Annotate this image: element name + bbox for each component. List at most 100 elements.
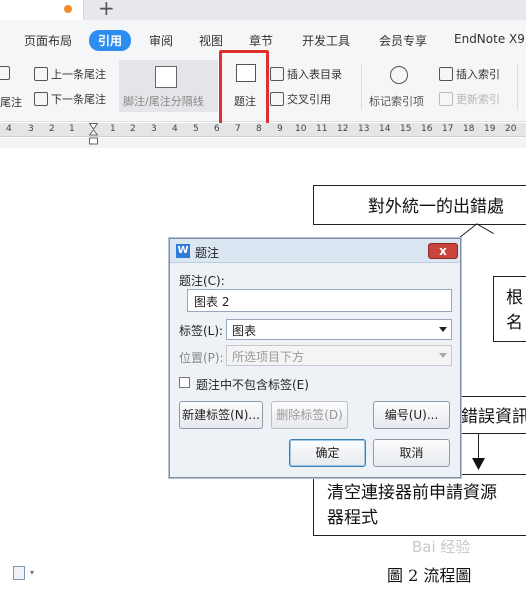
ruler-tick-label: 3	[28, 124, 34, 134]
dialog-titlebar[interactable]: W 题注 x	[170, 239, 460, 263]
chevron-down-icon	[439, 327, 447, 332]
ruler-tick-label: 9	[277, 124, 283, 134]
numbering-button[interactable]: 编号(U)...	[373, 401, 450, 429]
flowchart-box-right: 根 名	[493, 276, 526, 342]
ruler-tick-label: 16	[421, 124, 433, 134]
update-index-button[interactable]: 更新索引	[439, 91, 500, 107]
menu-chapter[interactable]: 章节	[249, 32, 273, 49]
flowchart-box-bottom: 清空連接器前申請資源 器程式	[313, 474, 526, 536]
next-endnote-label: 下一条尾注	[51, 93, 106, 106]
caption-text-input[interactable]: 图表 2	[187, 289, 452, 312]
insert-endnote-icon[interactable]	[0, 66, 13, 80]
box-right-line: 根	[506, 288, 523, 308]
document-status-icon[interactable]	[13, 566, 25, 580]
label-field-label: 标签(L):	[179, 324, 224, 338]
ruler-tick-label: 2	[49, 124, 55, 134]
ruler-tick-label: 8	[256, 124, 262, 134]
box-bottom-line: 清空連接器前申請資源	[327, 483, 497, 503]
separator-icon	[155, 66, 177, 88]
document-tab[interactable]	[0, 0, 84, 20]
endnote-icon	[0, 66, 10, 80]
cross-reference-button[interactable]: 交叉引用	[270, 91, 331, 107]
ruler-tick-label: 18	[463, 124, 475, 134]
ribbon-divider	[361, 64, 362, 110]
watermark-logo: Bai 经验	[412, 538, 471, 556]
ruler-tick-label: 4	[6, 124, 12, 134]
chevron-down-icon[interactable]: ▾	[30, 568, 34, 577]
ruler-tick-label: 12	[337, 124, 349, 134]
footnote-separator-label: 脚注/尾注分隔线	[123, 95, 204, 108]
ruler-tick-label: 15	[400, 124, 412, 134]
mark-index-label: 标记索引项	[369, 95, 424, 108]
ruler-tick-label: 11	[316, 124, 328, 134]
dialog-title: 题注	[195, 246, 220, 260]
cancel-button[interactable]: 取消	[373, 439, 450, 467]
exclude-label-checkbox[interactable]	[179, 377, 190, 388]
index-icon	[439, 67, 453, 81]
cross-reference-icon	[270, 92, 284, 106]
figure-caption: 圖 2 流程圖	[387, 566, 472, 585]
menu-bar: 页面布局 引用 审阅 视图 章节 开发工具 会员专享 EndNote X9	[0, 20, 526, 60]
ruler-tick-label: 17	[442, 124, 454, 134]
mark-index-button[interactable]: 标记索引项	[366, 60, 430, 112]
ruler-tick-label: 3	[151, 124, 157, 134]
menu-review[interactable]: 审阅	[149, 32, 173, 49]
prev-endnote-button[interactable]: 上一条尾注	[34, 66, 106, 82]
wps-writer-icon: W	[176, 244, 190, 258]
update-index-label: 更新索引	[456, 93, 500, 106]
menu-member[interactable]: 会员专享	[379, 32, 427, 49]
flowchart-arrow-icon	[472, 458, 485, 470]
next-endnote-button[interactable]: 下一条尾注	[34, 91, 106, 107]
ruler-tick-label: 7	[235, 124, 241, 134]
box-bottom-line: 器程式	[327, 508, 378, 528]
position-select[interactable]: 所选项目下方	[226, 345, 452, 366]
menu-references[interactable]: 引用	[89, 30, 132, 51]
ruler-tick-label: 19	[484, 124, 496, 134]
menu-page-layout[interactable]: 页面布局	[24, 32, 72, 49]
insert-index-button[interactable]: 插入索引	[439, 66, 500, 82]
window-tab-strip: +	[0, 0, 526, 20]
cross-reference-label: 交叉引用	[287, 93, 331, 106]
ruler-tick-label: 1	[69, 124, 75, 134]
horizontal-ruler[interactable]: 4 3 2 1 1 2 3 4 5 6 7 8 9 10 11 12 13 14…	[0, 123, 526, 137]
position-select-value: 所选项目下方	[232, 350, 305, 364]
ruler-tick-label: 10	[295, 124, 307, 134]
new-label-button[interactable]: 新建标签(N)...	[179, 401, 263, 429]
footnote-separator-button[interactable]: 脚注/尾注分隔线	[119, 60, 218, 112]
menu-view[interactable]: 视图	[199, 32, 223, 49]
indent-marker-icon[interactable]	[89, 123, 98, 145]
ruler-tick-label: 5	[193, 124, 199, 134]
insert-toc-button[interactable]: 插入表目录	[270, 66, 342, 82]
caption-field-label: 题注(C):	[179, 274, 225, 288]
chevron-down-icon	[439, 353, 447, 358]
insert-toc-label: 插入表目录	[287, 68, 342, 81]
label-select[interactable]: 图表	[226, 319, 452, 340]
dialog-close-button[interactable]: x	[428, 243, 458, 259]
ruler-tick-label: 13	[358, 124, 370, 134]
ok-button[interactable]: 确定	[289, 439, 366, 467]
delete-label-button[interactable]: 删除标签(D)	[271, 401, 348, 429]
caption-image-icon	[236, 64, 256, 82]
prev-endnote-icon	[34, 67, 48, 81]
ruler-tick-label: 20	[505, 124, 517, 134]
next-endnote-icon	[34, 92, 48, 106]
ribbon-divider-right	[517, 64, 518, 110]
mark-index-icon	[390, 66, 408, 84]
ruler-tick-label: 1	[110, 124, 116, 134]
new-tab-plus-icon[interactable]: +	[98, 0, 115, 20]
table-of-figures-icon	[270, 67, 284, 81]
insert-endnote-label[interactable]: 尾注	[0, 94, 22, 110]
ruler-tick-label: 2	[130, 124, 136, 134]
unsaved-dot-icon	[64, 5, 72, 13]
insert-index-label: 插入索引	[456, 68, 500, 81]
update-index-icon	[439, 92, 453, 106]
menu-endnote[interactable]: EndNote X9	[454, 32, 525, 46]
ruler-tick-label: 14	[379, 124, 391, 134]
caption-label: 题注	[234, 95, 256, 108]
ribbon-toolbar: 尾注 上一条尾注 下一条尾注 脚注/尾注分隔线 题注 插入表目录 交叉引用 标记…	[0, 60, 526, 122]
label-select-value: 图表	[232, 324, 257, 338]
prev-endnote-label: 上一条尾注	[51, 68, 106, 81]
caption-button[interactable]: 题注	[222, 60, 268, 112]
ruler-shadow	[0, 138, 526, 148]
menu-developer-tools[interactable]: 开发工具	[302, 32, 350, 49]
